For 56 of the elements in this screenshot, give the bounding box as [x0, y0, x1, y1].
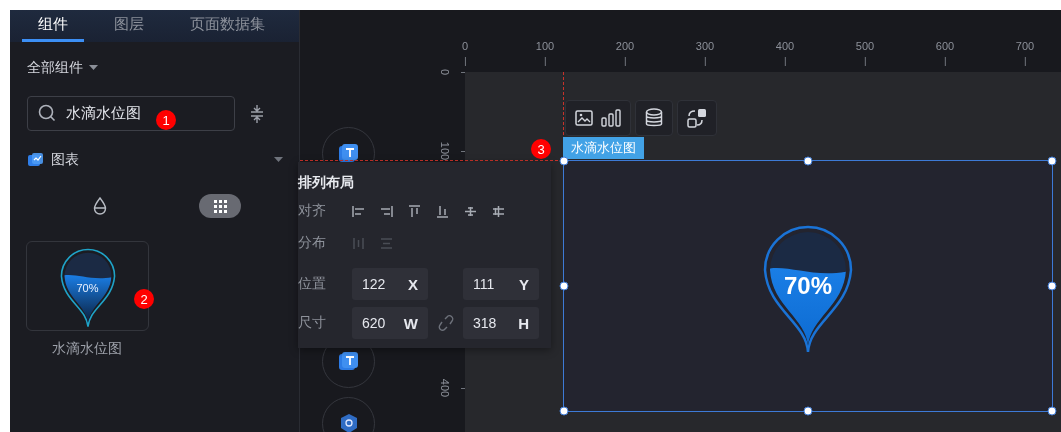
- align-icon[interactable]: [408, 204, 421, 218]
- number-field[interactable]: 122 X: [352, 268, 428, 300]
- ruler-tick: 200: [615, 40, 635, 66]
- preview-value: 70%: [76, 282, 99, 294]
- ruler-tick: 400: [775, 40, 795, 66]
- resize-handle[interactable]: [803, 406, 813, 416]
- property-label: 尺寸: [298, 314, 327, 332]
- gear-widget-icon: [338, 413, 359, 432]
- water-drop-icon: [93, 197, 107, 215]
- ruler-tick: 700: [1015, 40, 1035, 66]
- widget-name-tag: 水滴水位图: [563, 137, 644, 159]
- database-icon[interactable]: [645, 108, 663, 128]
- ruler-tick: 0: [461, 40, 469, 66]
- ruler-tick: 300: [695, 40, 715, 66]
- component-label: 水滴水位图: [52, 340, 123, 358]
- ruler-tick: 500: [855, 40, 875, 66]
- align-icon[interactable]: [492, 204, 505, 218]
- ruler-tick: 600: [935, 40, 955, 66]
- resize-handle[interactable]: [559, 281, 569, 291]
- collapse-rows-icon[interactable]: [249, 104, 265, 123]
- search-icon: [38, 104, 56, 122]
- bar-chart-icon[interactable]: [601, 109, 621, 127]
- panel-title: 排列布局: [298, 174, 355, 192]
- panel-tab[interactable]: 图层: [98, 10, 160, 42]
- gauge-value: 70%: [782, 272, 833, 300]
- swap-icon[interactable]: [687, 108, 707, 128]
- panel-tab[interactable]: 组件: [22, 10, 84, 42]
- grid-icon: [213, 199, 227, 213]
- link-icon[interactable]: [437, 315, 454, 331]
- property-label: 位置: [298, 275, 327, 293]
- group-label[interactable]: 图表: [51, 151, 267, 169]
- align-icon[interactable]: [352, 204, 365, 218]
- caret-down-icon[interactable]: [274, 157, 283, 163]
- resize-handle[interactable]: [1047, 281, 1057, 291]
- align-icon[interactable]: [380, 204, 393, 218]
- resize-handle[interactable]: [1047, 156, 1057, 166]
- view-toggle-button[interactable]: [199, 194, 241, 218]
- chart-category-icon: [27, 152, 44, 168]
- resize-handle[interactable]: [1047, 406, 1057, 416]
- category-dropdown[interactable]: 全部组件: [27, 59, 98, 77]
- resize-handle[interactable]: [559, 406, 569, 416]
- align-icon[interactable]: [464, 204, 477, 218]
- align-label: 对齐: [298, 202, 327, 220]
- caret-down-icon: [89, 65, 98, 71]
- text-widget-icon: [338, 351, 359, 372]
- resize-handle[interactable]: [803, 156, 813, 166]
- number-field[interactable]: 620 W: [352, 307, 428, 339]
- align-icon[interactable]: [436, 204, 449, 218]
- number-field[interactable]: 111 Y: [463, 268, 539, 300]
- text-widget-icon: [338, 143, 359, 164]
- ruler-tick: 100: [535, 40, 555, 66]
- resize-handle[interactable]: [559, 156, 569, 166]
- number-field[interactable]: 318 H: [463, 307, 539, 339]
- image-icon[interactable]: [575, 110, 593, 126]
- panel-tab[interactable]: 页面数据集: [174, 10, 281, 42]
- distribute-label: 分布: [298, 234, 327, 252]
